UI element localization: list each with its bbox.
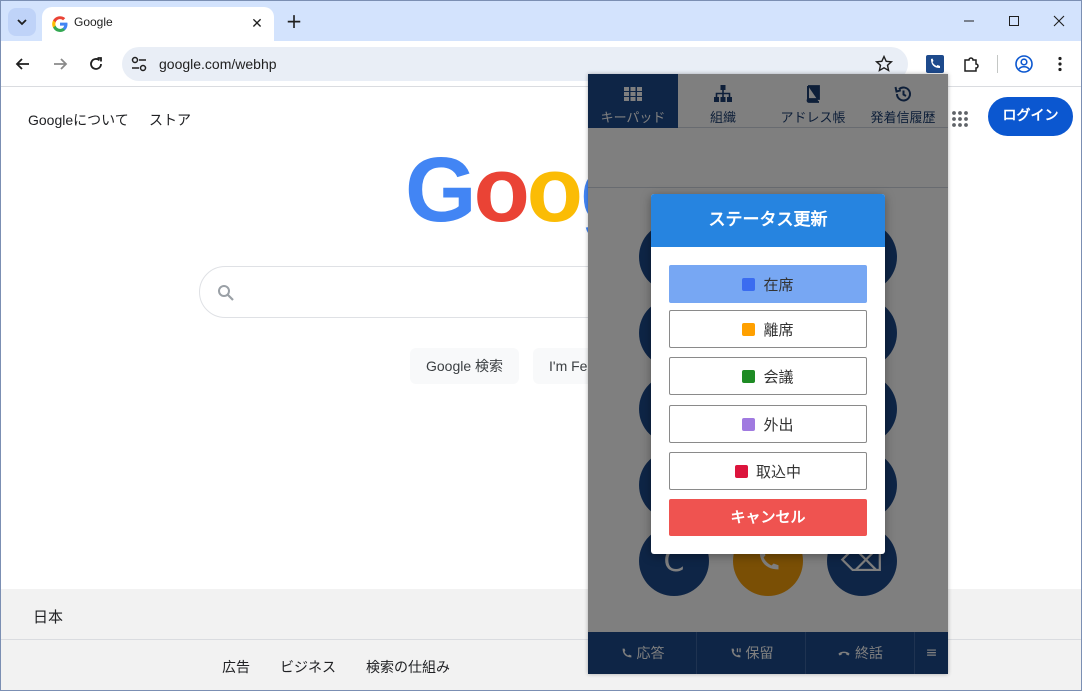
about-google-link[interactable]: Googleについて bbox=[28, 110, 129, 130]
toolbar-divider bbox=[997, 55, 998, 73]
site-settings-icon[interactable] bbox=[130, 55, 148, 73]
back-button[interactable] bbox=[9, 50, 37, 78]
footer-link-ads[interactable]: 広告 bbox=[222, 657, 250, 677]
arrow-forward-icon bbox=[54, 58, 68, 70]
browser-tab[interactable]: Google ✕ bbox=[42, 7, 274, 41]
new-tab-button[interactable]: + bbox=[281, 9, 307, 35]
footer-link-business[interactable]: ビジネス bbox=[280, 657, 336, 677]
store-link[interactable]: ストア bbox=[149, 110, 191, 130]
url-text: google.com/webhp bbox=[159, 56, 277, 72]
status-color-swatch bbox=[742, 277, 756, 291]
profile-icon bbox=[1015, 55, 1033, 73]
tab-search-button[interactable] bbox=[8, 8, 36, 36]
chevron-down-icon bbox=[17, 19, 27, 26]
tab-close-icon[interactable]: ✕ bbox=[248, 15, 266, 33]
profile-button[interactable] bbox=[1012, 52, 1036, 76]
extensions-button[interactable] bbox=[959, 52, 983, 76]
google-search-button[interactable]: Google 検索 bbox=[410, 348, 520, 384]
footer-country: 日本 bbox=[33, 609, 64, 626]
status-option-label: 取込中 bbox=[755, 462, 801, 481]
more-vert-icon bbox=[1058, 56, 1062, 72]
status-color-swatch bbox=[742, 417, 756, 431]
minimize-button[interactable] bbox=[947, 7, 991, 35]
status-option-present[interactable]: 在席 bbox=[669, 265, 867, 303]
tab-title: Google bbox=[74, 15, 113, 29]
status-update-dialog: ステータス更新 在席 離席 会議 外出 取込中 キャンセル bbox=[651, 194, 885, 554]
google-favicon-icon bbox=[52, 16, 68, 32]
status-option-label: 会議 bbox=[763, 367, 794, 386]
maximize-icon bbox=[1009, 16, 1019, 26]
status-option-away[interactable]: 離席 bbox=[669, 310, 867, 348]
phone-extension-icon bbox=[926, 55, 944, 73]
forward-button[interactable] bbox=[46, 50, 74, 78]
reload-icon bbox=[90, 57, 102, 70]
footer-link-how-search-works[interactable]: 検索の仕組み bbox=[366, 657, 450, 677]
close-window-button[interactable] bbox=[1037, 7, 1081, 35]
phone-extension-button[interactable] bbox=[923, 52, 947, 76]
tab-strip: Google ✕ + bbox=[1, 1, 1081, 41]
login-button[interactable]: ログイン bbox=[988, 97, 1073, 136]
status-option-label: 外出 bbox=[763, 415, 794, 434]
status-color-swatch bbox=[742, 369, 756, 383]
browser-menu-button[interactable] bbox=[1048, 52, 1072, 76]
logo-letter: o bbox=[473, 139, 530, 241]
reload-button[interactable] bbox=[82, 50, 110, 78]
search-icon bbox=[218, 285, 234, 301]
maximize-button[interactable] bbox=[992, 7, 1036, 35]
status-color-swatch bbox=[734, 464, 748, 478]
cancel-button[interactable]: キャンセル bbox=[669, 499, 867, 536]
phone-extension-panel: キーパッド 組織 アドレス帳 bbox=[588, 74, 948, 674]
logo-letter: G bbox=[405, 139, 477, 241]
minimize-icon bbox=[964, 20, 974, 22]
browser-window: Google ✕ + google.com/webhp Googleについて ス… bbox=[0, 0, 1082, 691]
google-apps-icon[interactable] bbox=[951, 110, 969, 128]
status-option-meeting[interactable]: 会議 bbox=[669, 357, 867, 395]
close-icon bbox=[1053, 15, 1065, 27]
dialog-title: ステータス更新 bbox=[651, 194, 885, 247]
logo-letter: o bbox=[526, 139, 583, 241]
status-option-out[interactable]: 外出 bbox=[669, 405, 867, 443]
status-option-label: 在席 bbox=[763, 275, 794, 294]
puzzle-icon bbox=[964, 57, 979, 72]
arrow-back-icon bbox=[15, 58, 29, 70]
status-color-swatch bbox=[742, 322, 756, 336]
status-option-busy[interactable]: 取込中 bbox=[669, 452, 867, 490]
bookmark-star-icon[interactable] bbox=[874, 54, 894, 74]
status-option-label: 離席 bbox=[763, 320, 794, 339]
